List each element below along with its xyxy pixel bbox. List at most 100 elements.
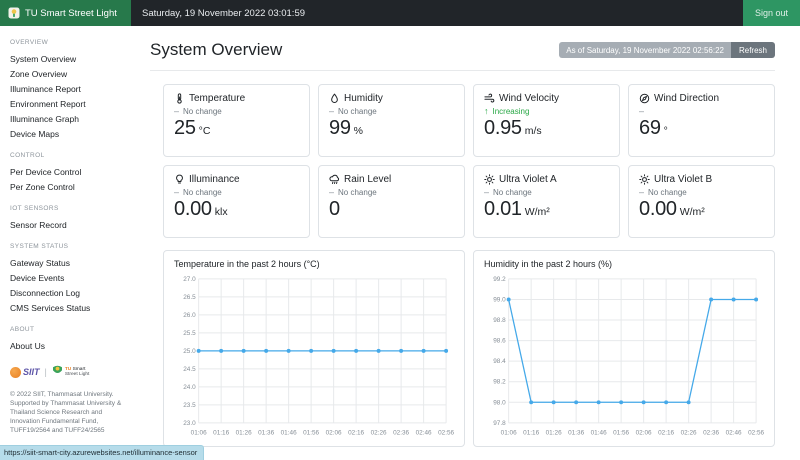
svg-text:02:56: 02:56 bbox=[748, 430, 764, 437]
svg-text:26.0: 26.0 bbox=[183, 312, 196, 319]
sidebar-item-illuminance-graph[interactable]: Illuminance Graph bbox=[10, 111, 130, 126]
stat-label: Temperature bbox=[189, 93, 245, 104]
svg-text:98.6: 98.6 bbox=[493, 338, 506, 345]
temperature-chart-title: Temperature in the past 2 hours (°C) bbox=[174, 259, 454, 269]
svg-text:99.2: 99.2 bbox=[493, 276, 506, 283]
svg-text:98.4: 98.4 bbox=[493, 358, 506, 365]
stat-change-text: No change bbox=[338, 107, 377, 116]
brand-link[interactable]: TU Smart Street Light bbox=[0, 0, 131, 26]
siit-logo[interactable]: SIIT bbox=[10, 367, 40, 378]
stat-number: 0.01 bbox=[484, 198, 522, 220]
tu-logo-mark-icon bbox=[52, 363, 63, 381]
stat-label: Ultra Violet B bbox=[654, 174, 712, 185]
sidebar-item-gateway-status[interactable]: Gateway Status bbox=[10, 255, 130, 270]
top-navbar: TU Smart Street Light Saturday, 19 Novem… bbox=[0, 0, 800, 26]
stat-unit: % bbox=[354, 125, 363, 137]
sidebar-item-disconnection-log[interactable]: Disconnection Log bbox=[10, 285, 130, 300]
humidity-chart-card: Humidity in the past 2 hours (%)99.299.0… bbox=[473, 250, 775, 447]
stat-change: –No change bbox=[639, 187, 764, 197]
sidebar-item-sensor-record[interactable]: Sensor Record bbox=[10, 217, 130, 232]
stat-change: –No change bbox=[174, 106, 299, 116]
wind-icon bbox=[484, 93, 495, 104]
sidebar-item-environment-report[interactable]: Environment Report bbox=[10, 96, 130, 111]
stat-number: 25 bbox=[174, 117, 196, 139]
siit-logo-mark-icon bbox=[10, 367, 21, 378]
svg-text:24.0: 24.0 bbox=[183, 384, 196, 391]
compass-icon bbox=[639, 93, 650, 104]
sidebar-item-illuminance-report[interactable]: Illuminance Report bbox=[10, 81, 130, 96]
trend-flat-icon: – bbox=[174, 106, 179, 116]
stat-value: 0 bbox=[329, 198, 454, 221]
temperature-chart-card: Temperature in the past 2 hours (°C) 27.0… bbox=[163, 250, 465, 447]
logo-divider: | bbox=[45, 367, 47, 377]
stat-value: 25°C bbox=[174, 117, 299, 140]
sidebar-item-about-us[interactable]: About Us bbox=[10, 338, 130, 353]
bulb-icon bbox=[174, 174, 185, 185]
svg-text:97.8: 97.8 bbox=[493, 420, 506, 427]
sidebar-item-per-device-control[interactable]: Per Device Control bbox=[10, 164, 130, 179]
stat-card-illuminance: Illuminance–No change0.00klx bbox=[163, 165, 310, 238]
stat-card-humidity: Humidity–No change99% bbox=[318, 84, 465, 157]
stat-unit: ° bbox=[664, 125, 668, 137]
as-of-badge: As of Saturday, 19 November 2022 02:56:2… bbox=[559, 42, 731, 58]
stat-value: 0.00klx bbox=[174, 198, 299, 221]
refresh-button[interactable]: Refresh bbox=[731, 42, 775, 58]
sidebar-section-header-overview: OVERVIEW bbox=[10, 39, 130, 46]
stat-number: 0.00 bbox=[174, 198, 212, 220]
trend-flat-icon: – bbox=[329, 187, 334, 197]
trend-up-icon: ↑ bbox=[484, 106, 489, 116]
sidebar-section-header-system-status: SYSTEM STATUS bbox=[10, 243, 130, 250]
sidebar-item-zone-overview[interactable]: Zone Overview bbox=[10, 66, 130, 81]
stat-card-rain-level: Rain Level–No change0 bbox=[318, 165, 465, 238]
stat-number: 0.00 bbox=[639, 198, 677, 220]
svg-text:01:16: 01:16 bbox=[523, 430, 539, 437]
tu-smart-street-light-logo[interactable]: TU Smart Street Light bbox=[52, 363, 90, 381]
stat-change: ↑ Increasing bbox=[484, 106, 609, 116]
stat-card-ultra-violet-b: Ultra Violet B–No change0.00W/m² bbox=[628, 165, 775, 238]
temperature-chart-canvas[interactable]: 27.026.526.025.525.024.524.023.523.001:0… bbox=[174, 273, 454, 439]
stat-value: 99% bbox=[329, 117, 454, 140]
svg-text:27.0: 27.0 bbox=[183, 276, 196, 283]
sign-out-button[interactable]: Sign out bbox=[743, 0, 800, 26]
heading-divider bbox=[150, 70, 775, 71]
trend-flat-icon: – bbox=[329, 106, 334, 116]
stat-change-text: Increasing bbox=[493, 107, 530, 116]
svg-text:02:06: 02:06 bbox=[636, 430, 652, 437]
trend-flat-icon: – bbox=[639, 106, 644, 116]
charts-grid: Temperature in the past 2 hours (°C) 27.0… bbox=[163, 250, 775, 447]
sidebar-section-header-iot-sensors: IOT SENSORS bbox=[10, 205, 130, 212]
svg-text:02:26: 02:26 bbox=[681, 430, 697, 437]
svg-text:01:56: 01:56 bbox=[303, 430, 319, 437]
sidebar-item-system-overview[interactable]: System Overview bbox=[10, 51, 130, 66]
svg-text:02:46: 02:46 bbox=[726, 430, 742, 437]
stat-change-text: No change bbox=[338, 188, 377, 197]
trend-flat-icon: – bbox=[484, 187, 489, 197]
stat-change-text: No change bbox=[183, 188, 222, 197]
sidebar-item-device-events[interactable]: Device Events bbox=[10, 270, 130, 285]
sidebar-item-cms-services-status[interactable]: CMS Services Status bbox=[10, 300, 130, 315]
stat-value: 0.01W/m² bbox=[484, 198, 609, 221]
svg-text:01:26: 01:26 bbox=[546, 430, 562, 437]
humidity-chart-title: Humidity in the past 2 hours (%) bbox=[484, 259, 764, 269]
stat-number: 0 bbox=[329, 198, 340, 220]
humidity-chart-canvas[interactable]: 99.299.098.898.698.498.298.097.801:0601:… bbox=[484, 273, 764, 439]
sidebar-item-per-zone-control[interactable]: Per Zone Control bbox=[10, 179, 130, 194]
sidebar-item-device-maps[interactable]: Device Maps bbox=[10, 126, 130, 141]
svg-text:02:46: 02:46 bbox=[416, 430, 432, 437]
app-logo-icon bbox=[8, 7, 20, 19]
svg-text:98.0: 98.0 bbox=[493, 399, 506, 406]
stat-change: –No change bbox=[329, 187, 454, 197]
stat-number: 69 bbox=[639, 117, 661, 139]
stat-label: Humidity bbox=[344, 93, 383, 104]
svg-text:25.0: 25.0 bbox=[183, 348, 196, 355]
stat-change-text: No change bbox=[183, 107, 222, 116]
stat-card-wind-velocity: Wind Velocity↑Increasing0.95m/s bbox=[473, 84, 620, 157]
svg-text:02:26: 02:26 bbox=[371, 430, 387, 437]
svg-text:02:36: 02:36 bbox=[393, 430, 409, 437]
thermometer-icon bbox=[174, 93, 185, 104]
svg-text:01:46: 01:46 bbox=[281, 430, 297, 437]
svg-text:01:06: 01:06 bbox=[191, 430, 207, 437]
svg-text:02:56: 02:56 bbox=[438, 430, 454, 437]
svg-text:01:46: 01:46 bbox=[591, 430, 607, 437]
stat-change: –No change bbox=[174, 187, 299, 197]
